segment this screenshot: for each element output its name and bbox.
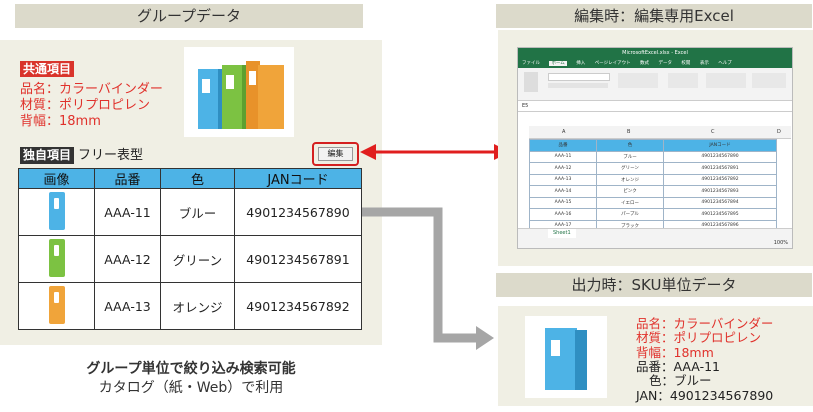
double-arrow-red (360, 144, 510, 160)
tab-data[interactable]: データ (658, 61, 672, 66)
xl-cell[interactable]: AAA-11 (529, 150, 597, 163)
xl-cell[interactable]: AAA-12 (529, 162, 597, 175)
xl-header-code[interactable]: 品番 (529, 139, 597, 152)
sku-code: 品番：AAA-11 (636, 359, 720, 374)
tab-view[interactable]: 表示 (700, 61, 709, 66)
cell-reference[interactable]: E5 (522, 103, 528, 109)
binder-blue-icon (545, 328, 587, 390)
column-a[interactable]: A (562, 126, 565, 138)
excel-title: MicrosoftExcel.xlsx - Excel (518, 48, 792, 59)
table-row: AAA-16 パープル 4901234567895 (529, 208, 777, 221)
sku-color: 色：ブルー (649, 373, 712, 389)
tab-insert[interactable]: 挿入 (576, 61, 585, 66)
column-b[interactable]: B (627, 126, 630, 138)
tab-layout[interactable]: ページレイアウト (595, 61, 631, 66)
table-row: AAA-12 グリーン 4901234567891 (529, 162, 777, 175)
xl-cell[interactable]: 4901234567892 (663, 173, 777, 186)
arrow-gray-to-output (362, 207, 494, 350)
tab-help[interactable]: ヘルプ (718, 61, 732, 66)
xl-header-jan[interactable]: JANコード (663, 139, 777, 152)
formula-bar[interactable]: E5 (518, 101, 792, 112)
table-row: AAA-15 イエロー 4901234567894 (529, 196, 777, 209)
xl-header-color[interactable]: 色 (596, 139, 664, 152)
sku-name: 品名：カラーバインダー (636, 316, 774, 331)
xl-cell[interactable]: 4901234567890 (663, 150, 777, 163)
tab-home[interactable]: ホーム (549, 61, 567, 66)
sku-material: 材質：ポリプロピレン (636, 330, 762, 346)
tab-file[interactable]: ファイル (522, 61, 540, 66)
tab-formulas[interactable]: 数式 (640, 61, 649, 66)
table-row: AAA-13 オレンジ 4901234567892 (529, 173, 777, 186)
font-style-buttons[interactable] (548, 83, 608, 88)
xl-cell[interactable]: グリーン (596, 162, 664, 175)
excel-window: MicrosoftExcel.xlsx - Excel ファイル ホーム 挿入 … (517, 47, 793, 249)
xl-cell[interactable]: ピンク (596, 185, 664, 198)
tab-review[interactable]: 校閲 (681, 61, 690, 66)
xl-cell[interactable]: イエロー (596, 196, 664, 209)
xl-cell[interactable]: オレンジ (596, 173, 664, 186)
excel-ribbon-tabs: ファイル ホーム 挿入 ページレイアウト 数式 データ 校閲 表示 ヘルプ (518, 59, 792, 68)
status-bar: 100% (518, 238, 792, 248)
xl-cell[interactable]: AAA-15 (529, 196, 597, 209)
table-row: AAA-11 ブルー 4901234567890 (529, 150, 777, 163)
sku-own-lines: 品番：AAA-11 色：ブルー JAN：4901234567890 (636, 359, 774, 403)
font-select[interactable] (548, 73, 610, 81)
xl-cell[interactable]: 4901234567891 (663, 162, 777, 175)
xl-cell[interactable]: AAA-13 (529, 173, 597, 186)
xl-cell[interactable]: 4901234567893 (663, 185, 777, 198)
cells-edit-group[interactable] (752, 73, 786, 88)
excel-ribbon (518, 68, 792, 101)
column-c[interactable]: C (711, 126, 715, 138)
sku-jan: JAN：4901234567890 (636, 387, 774, 403)
xl-cell[interactable]: AAA-16 (529, 208, 597, 221)
sku-common-lines: 品名：カラーバインダー 材質：ポリプロピレン 背幅：18mm (636, 316, 774, 360)
sku-width: 背幅：18mm (636, 344, 714, 360)
binder-sku-image (525, 316, 607, 398)
xl-cell[interactable]: ブルー (596, 150, 664, 163)
xl-cell[interactable]: 4901234567895 (663, 208, 777, 221)
sheet-tab-bar: Sheet1 (518, 228, 792, 239)
output-header: 出力時：SKU単位データ (496, 273, 812, 297)
column-d[interactable]: D (777, 126, 781, 138)
number-format[interactable] (668, 73, 698, 88)
alignment-buttons[interactable] (618, 73, 658, 88)
paste-icon[interactable] (524, 72, 538, 92)
excel-sheet-table: 品番 色 JANコード AAA-11 ブルー 4901234567890 AAA-1… (529, 139, 777, 232)
zoom-level[interactable]: 100% (774, 238, 788, 248)
xl-cell[interactable]: パープル (596, 208, 664, 221)
edit-header: 編集時：編集専用Excel (496, 4, 812, 28)
xl-cell[interactable]: 4901234567894 (663, 196, 777, 209)
xl-cell[interactable]: AAA-14 (529, 185, 597, 198)
column-headers: A B C D (529, 126, 791, 139)
styles-group[interactable] (706, 73, 746, 88)
table-row: AAA-14 ピンク 4901234567893 (529, 185, 777, 198)
